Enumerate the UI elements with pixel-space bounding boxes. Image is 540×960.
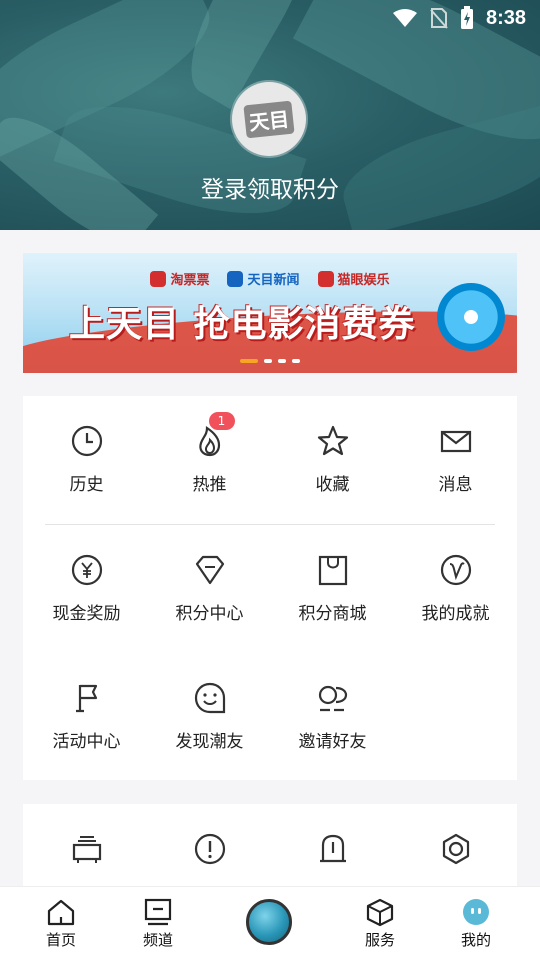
home-icon: [47, 899, 75, 926]
grid-item-points-mall[interactable]: 积分商城: [271, 553, 394, 624]
flame-icon: 1: [193, 412, 235, 458]
feature-grid: 历史 1 热推 收藏 消息 现金奖励 积分中心 积分商城 我的成就 活动中心 发…: [23, 396, 517, 780]
maoyan-logo-icon: [317, 270, 334, 287]
grid-item-settings[interactable]: [394, 832, 517, 878]
diamond-icon: [193, 553, 227, 587]
nav-service[interactable]: 服务: [335, 897, 425, 950]
mail-icon: [439, 424, 473, 458]
battery-charging-icon: [460, 6, 473, 29]
grid-item-activity-center[interactable]: 活动中心: [25, 681, 148, 752]
grid-label: 积分商城: [298, 604, 367, 624]
cube-icon: [366, 898, 394, 927]
grid-item-discover-friends[interactable]: 发现潮友: [148, 681, 271, 752]
nav-home[interactable]: 首页: [16, 897, 106, 950]
divider: [45, 524, 495, 525]
pager-dot[interactable]: [292, 359, 300, 363]
tianmu-logo-icon: [227, 270, 244, 287]
nav-label: 首页: [45, 931, 76, 949]
invite-friends-icon: [316, 681, 350, 715]
grid-item-notice[interactable]: [271, 832, 394, 878]
grid-item-achievements[interactable]: 我的成就: [394, 553, 517, 624]
profile-header: 8:38 天目 登录领取积分: [0, 0, 540, 230]
notification-badge: 1: [208, 412, 235, 430]
grid-item-hot[interactable]: 1 热推: [148, 412, 271, 495]
grid-label: 历史: [69, 475, 104, 495]
grid-item-favorites[interactable]: 收藏: [271, 424, 394, 495]
grid-label: 邀请好友: [298, 732, 367, 752]
grid-item-points-center[interactable]: 积分中心: [148, 553, 271, 624]
center-lens-button[interactable]: [246, 899, 292, 945]
pager-dot[interactable]: [240, 359, 258, 363]
grid-label: 热推: [192, 475, 227, 495]
status-time: 8:38: [485, 6, 526, 29]
grid-label: 活动中心: [52, 732, 121, 752]
banner-pager: [23, 359, 517, 363]
grid-label: 发现潮友: [175, 732, 244, 752]
pager-dot[interactable]: [278, 359, 286, 363]
grid-label: 消息: [438, 475, 473, 495]
avatar[interactable]: 天目: [232, 82, 306, 156]
yen-coin-icon: [70, 553, 104, 587]
banner-title: 上天目 抢电影消费券: [69, 304, 416, 345]
taopiaopiao-logo-icon: [150, 270, 167, 287]
shopping-bag-icon: [316, 553, 350, 587]
film-reel-icon: [437, 283, 505, 351]
bottom-nav: 首页 频道 服务 我的: [0, 886, 540, 960]
grid-item-invite-friends[interactable]: 邀请好友: [271, 681, 394, 752]
grid-item-cash-reward[interactable]: 现金奖励: [25, 553, 148, 624]
nav-channel[interactable]: 频道: [113, 897, 203, 950]
settings-hex-icon: [439, 832, 473, 866]
nav-label: 频道: [142, 931, 173, 949]
login-prompt[interactable]: 登录领取积分: [0, 170, 540, 204]
partner-maoyan: 猫眼娱乐: [317, 269, 390, 288]
star-icon: [316, 424, 350, 458]
clock-icon: [70, 424, 104, 458]
status-bar: 8:38: [392, 0, 540, 36]
smile-chat-icon: [193, 681, 227, 715]
grid-label: 收藏: [315, 475, 350, 495]
grid-item-feedback[interactable]: [148, 832, 271, 878]
banner-partners: 淘票票 天目新闻 猫眼娱乐: [23, 269, 517, 288]
nav-label: 我的: [460, 931, 491, 949]
partner-tianmu-news: 天目新闻: [227, 269, 300, 288]
bell-icon: [316, 832, 350, 866]
grid-label: 积分中心: [175, 604, 244, 624]
me-icon: [463, 899, 489, 925]
report-icon: [70, 832, 104, 866]
grid-label: 我的成就: [421, 604, 490, 624]
channel-icon: [144, 898, 172, 926]
v-badge-icon: [439, 553, 473, 587]
grid-item-history[interactable]: 历史: [25, 424, 148, 495]
grid-item-messages[interactable]: 消息: [394, 424, 517, 495]
avatar-logo: 天目: [243, 100, 295, 138]
nav-me[interactable]: 我的: [431, 897, 521, 950]
grid-label: 现金奖励: [52, 604, 121, 624]
flag-icon: [70, 681, 104, 715]
feedback-icon: [193, 832, 227, 866]
wifi-icon: [392, 9, 417, 27]
nav-label: 服务: [364, 931, 395, 949]
no-sim-icon: [430, 8, 448, 29]
promo-banner[interactable]: 淘票票 天目新闻 猫眼娱乐 上天目 抢电影消费券: [23, 253, 517, 373]
leaf-decoration: [333, 101, 540, 230]
pager-dot[interactable]: [264, 359, 272, 363]
partner-taopiaopiao: 淘票票: [150, 269, 209, 288]
grid-item-report[interactable]: [25, 832, 148, 878]
